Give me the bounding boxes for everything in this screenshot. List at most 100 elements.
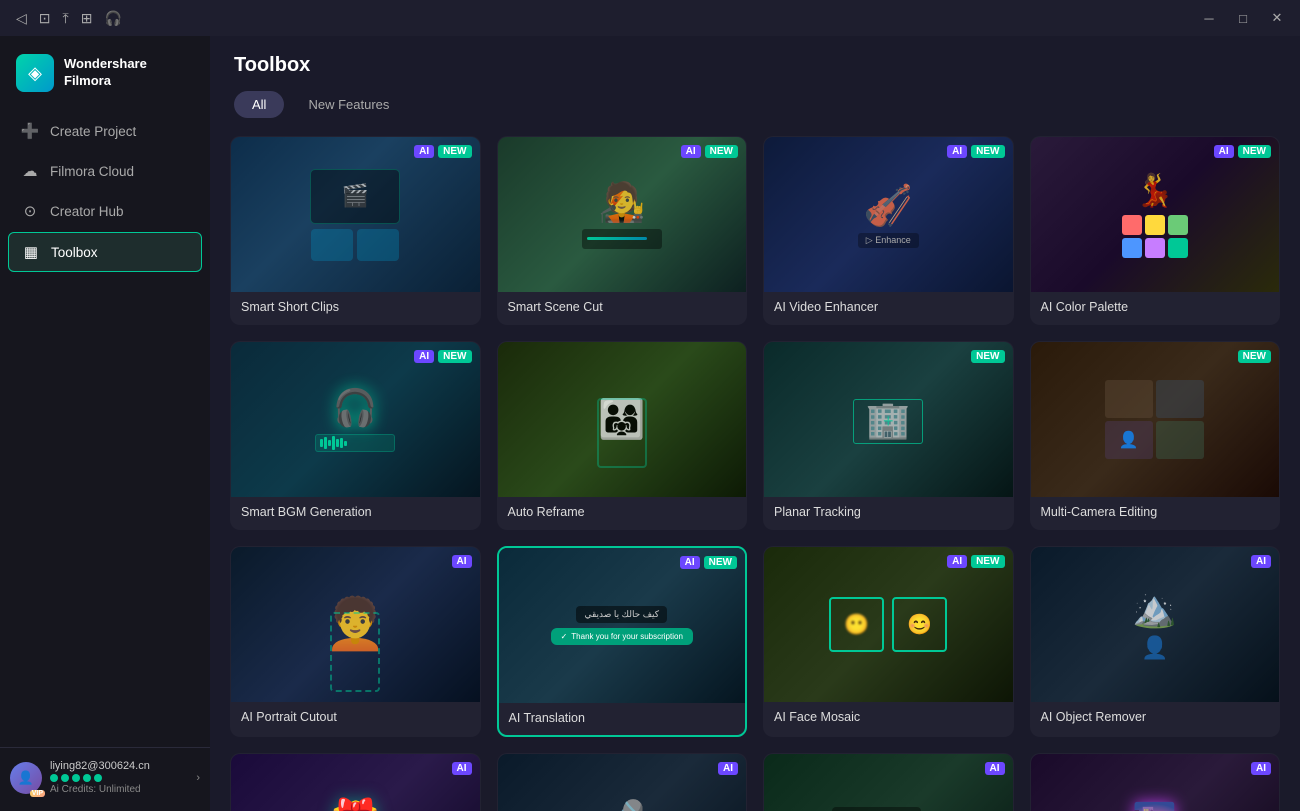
thumb-visual: 🧑‍🎤 AI NEW xyxy=(498,137,747,292)
thumb-ai-object-remover: 🏔️ 👤 AI xyxy=(1031,547,1280,702)
multi-grid: 👤 xyxy=(1105,380,1205,459)
tool-card-ai-music[interactable]: Happy Vlogs Beats Happy Vlogs Beats Gene… xyxy=(763,753,1014,811)
tool-card-ai-face-mosaic[interactable]: 😶 😊 AI NEW AI Face xyxy=(763,546,1014,737)
ai-badge: AI xyxy=(414,350,434,363)
tool-card-multi-camera-editing[interactable]: 👤 NEW Multi-Camera Editing xyxy=(1030,341,1281,530)
tool-card-label: Smart Short Clips xyxy=(231,292,480,324)
thumb-ai-color-palette: 💃 AI xyxy=(1031,137,1280,292)
grid-icon[interactable]: ⊞ xyxy=(81,10,93,27)
upload-icon[interactable]: ⤒ xyxy=(63,10,69,27)
new-badge: NEW xyxy=(704,556,737,569)
tool-card-smart-scene-cut[interactable]: 🧑‍🎤 AI NEW Smart Scene Cut xyxy=(497,136,748,325)
user-info[interactable]: 👤 VIP liying82@300624.cn Ai Credits: Unl… xyxy=(10,760,200,795)
screen-icon[interactable]: ⊡ xyxy=(39,10,51,27)
tools-grid: 🎬 AI NEW xyxy=(230,136,1280,811)
tool-card-label: Planar Tracking xyxy=(764,497,1013,529)
new-badge: NEW xyxy=(971,145,1004,158)
color-swatches xyxy=(1122,215,1188,258)
new-badge: NEW xyxy=(1238,350,1271,363)
badge-row: AI xyxy=(452,555,472,568)
thumb-visual: 🎤 xyxy=(498,754,747,811)
tool-card-ai-voice-cloner[interactable]: 🎤 xyxy=(497,753,748,811)
swatch xyxy=(1168,215,1188,235)
nav-back-icon[interactable]: ◁ xyxy=(16,10,27,27)
tab-bar: All New Features xyxy=(234,91,1276,118)
badge-row: NEW xyxy=(1238,350,1271,363)
swatch xyxy=(1145,238,1165,258)
sidebar-item-filmora-cloud[interactable]: ☁ Filmora Cloud xyxy=(8,152,202,190)
badge-row: AI NEW xyxy=(947,145,1004,158)
thumb-visual: 💃 AI xyxy=(1031,137,1280,292)
toolbox-icon: ▦ xyxy=(21,243,41,261)
tool-card-ai-object-remover[interactable]: 🏔️ 👤 AI AI Object Remover xyxy=(1030,546,1281,737)
tool-card-ai-translation[interactable]: كيف حالك يا صديقي ✓ Thank you for your s… xyxy=(497,546,748,737)
minimize-button[interactable]: ─ xyxy=(1194,4,1224,32)
app-body: ◈ WondershareFilmora ➕ Create Project ☁ … xyxy=(0,36,1300,811)
thumb-ai-voice-cloner: 🎤 xyxy=(498,754,747,811)
badge-row: AI NEW xyxy=(414,350,471,363)
thumb-ai-video-enhancer: 🎻 ▷ Enhance AI NEW xyxy=(764,137,1013,292)
face-box-1: 😶 xyxy=(829,597,884,652)
user-credits: Ai Credits: Unlimited xyxy=(50,784,188,795)
sidebar-item-create-project[interactable]: ➕ Create Project xyxy=(8,112,202,150)
creator-hub-icon: ⊙ xyxy=(20,202,40,220)
thumb-visual: 🎻 ▷ Enhance AI NEW xyxy=(764,137,1013,292)
tool-card-label: Multi-Camera Editing xyxy=(1031,497,1280,529)
ai-badge: AI xyxy=(985,762,1005,775)
maximize-button[interactable]: □ xyxy=(1228,4,1258,32)
badge-row: NEW xyxy=(971,350,1004,363)
tool-card-ai-last[interactable]: 🌆 I want a grand cyberpunk scene AI AI xyxy=(1030,753,1281,811)
thumb-ai-portrait: 🧑‍🦱 AI xyxy=(231,547,480,702)
badge-row: AI xyxy=(1251,762,1271,775)
ai-badge: AI xyxy=(681,145,701,158)
tool-card-ai-video-enhancer[interactable]: 🎻 ▷ Enhance AI NEW AI Video Enhancer xyxy=(763,136,1014,325)
tool-card-smart-short-clips[interactable]: 🎬 AI NEW xyxy=(230,136,481,325)
thumb-ai-sticker: 🎁 I want an exquisite gift box AI xyxy=(231,754,480,811)
cam-cell xyxy=(1156,421,1204,459)
badge-row: AI NEW xyxy=(947,555,1004,568)
thumb-visual: 🎁 I want an exquisite gift box AI xyxy=(231,754,480,811)
new-badge: NEW xyxy=(438,350,471,363)
dot xyxy=(83,774,91,782)
new-badge: NEW xyxy=(971,350,1004,363)
tool-card-planar-tracking[interactable]: 🏢 + NEW Planar Tracking xyxy=(763,341,1014,530)
tab-all[interactable]: All xyxy=(234,91,284,118)
thumb-visual: 😶 😊 AI NEW xyxy=(764,547,1013,702)
dot xyxy=(50,774,58,782)
sidebar-item-label: Filmora Cloud xyxy=(50,164,134,179)
sidebar-item-toolbox[interactable]: ▦ Toolbox xyxy=(8,232,202,272)
thumb-visual: 🌆 I want a grand cyberpunk scene AI xyxy=(1031,754,1280,811)
main-content: Toolbox All New Features 🎬 xyxy=(210,36,1300,811)
tool-card-ai-color-palette[interactable]: 💃 AI xyxy=(1030,136,1281,325)
tool-card-smart-bgm-generation[interactable]: 🎧 xyxy=(230,341,481,530)
content-header: Toolbox All New Features xyxy=(210,36,1300,130)
tool-card-label: Auto Reframe xyxy=(498,497,747,529)
badge-row: AI NEW xyxy=(680,556,737,569)
user-expand-icon[interactable]: › xyxy=(196,772,200,784)
dot xyxy=(72,774,80,782)
new-badge: NEW xyxy=(705,145,738,158)
app-logo: ◈ WondershareFilmora xyxy=(0,36,210,112)
tool-card-ai-portrait-cutout[interactable]: 🧑‍🦱 AI AI Portrait Cutout xyxy=(230,546,481,737)
badge-row: AI NEW xyxy=(414,145,471,158)
user-name: liying82@300624.cn xyxy=(50,760,188,772)
swatch xyxy=(1122,215,1142,235)
tool-card-label: AI Video Enhancer xyxy=(764,292,1013,324)
tab-new-features[interactable]: New Features xyxy=(290,91,407,118)
thumb-ai-translation: كيف حالك يا صديقي ✓ Thank you for your s… xyxy=(499,548,746,703)
credits-dots xyxy=(50,774,188,782)
sidebar-item-creator-hub[interactable]: ⊙ Creator Hub xyxy=(8,192,202,230)
sidebar: ◈ WondershareFilmora ➕ Create Project ☁ … xyxy=(0,36,210,811)
cam-cell xyxy=(1105,380,1153,418)
tool-card-ai-sticker[interactable]: 🎁 I want an exquisite gift box AI AI Sti… xyxy=(230,753,481,811)
thumb-ai-music: Happy Vlogs Beats Happy Vlogs Beats Gene… xyxy=(764,754,1013,811)
swatch xyxy=(1168,238,1188,258)
tool-card-auto-reframe[interactable]: 👨‍👩‍👧 Auto Reframe xyxy=(497,341,748,530)
tool-card-label: AI Object Remover xyxy=(1031,702,1280,734)
page-title: Toolbox xyxy=(234,54,1276,77)
sidebar-bottom: 👤 VIP liying82@300624.cn Ai Credits: Unl… xyxy=(0,747,210,811)
close-button[interactable]: ✕ xyxy=(1262,4,1292,32)
thumb-smart-scene-cut: 🧑‍🎤 AI NEW xyxy=(498,137,747,292)
ai-badge: AI xyxy=(452,762,472,775)
headphone-icon[interactable]: 🎧 xyxy=(104,10,121,27)
